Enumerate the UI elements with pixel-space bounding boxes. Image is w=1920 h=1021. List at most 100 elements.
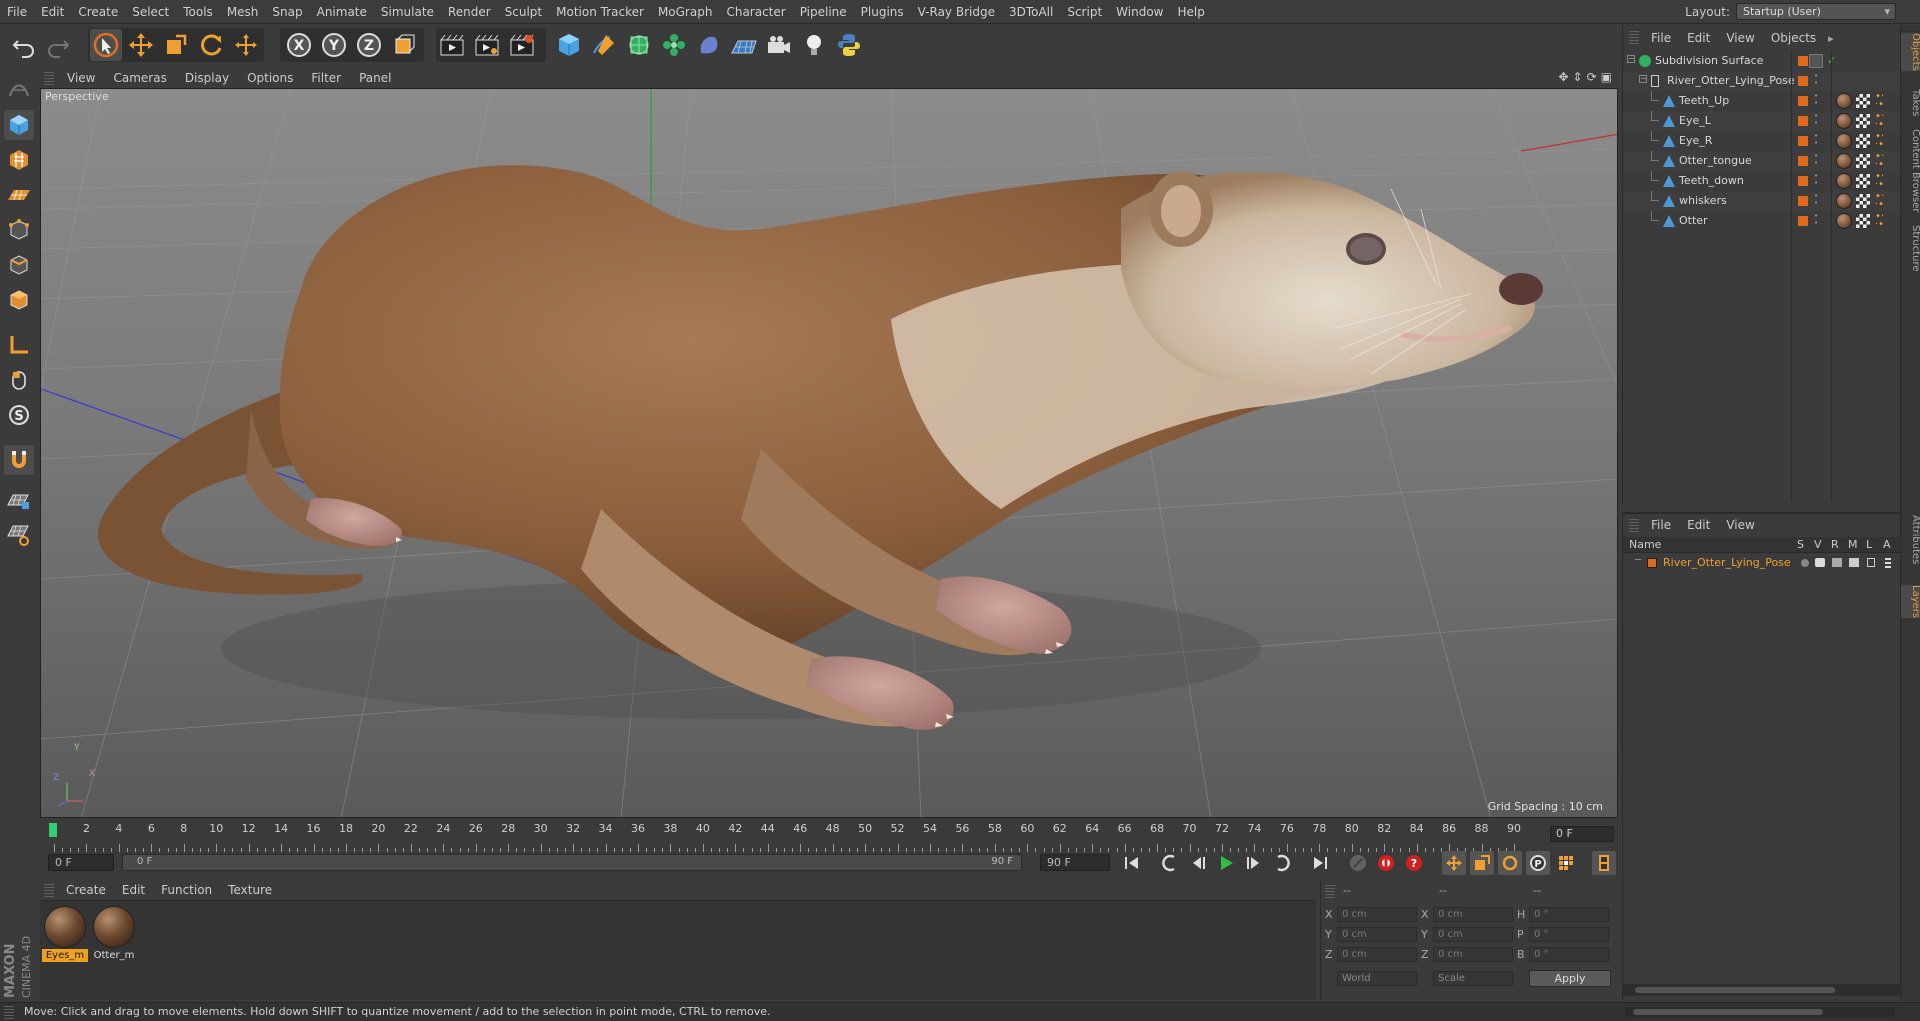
texture-tag-icon[interactable] <box>1856 174 1870 188</box>
snapping-magnet-icon[interactable] <box>4 445 34 475</box>
object-layer-swatch[interactable] <box>1798 176 1808 186</box>
phong-tag-icon[interactable]: •· ·• <box>1875 112 1884 130</box>
prev-key-icon[interactable] <box>1158 851 1182 875</box>
playhead-marker[interactable] <box>49 823 57 837</box>
record-path-icon[interactable] <box>1346 851 1370 875</box>
position-x-field[interactable]: 0 cm <box>1337 907 1417 922</box>
visibility-toggle-icon[interactable]: • • <box>1814 113 1818 127</box>
viewport-menu-cameras[interactable]: Cameras <box>104 71 175 85</box>
mograph-cloner-icon[interactable] <box>658 29 690 61</box>
layer-col-locked[interactable]: L <box>1866 538 1872 551</box>
deformer-icon[interactable] <box>693 29 725 61</box>
coordinate-space-dropdown[interactable]: World <box>1337 971 1417 986</box>
camera-object-icon[interactable] <box>763 29 795 61</box>
menu-pipeline[interactable]: Pipeline <box>793 0 854 24</box>
edges-mode-icon[interactable] <box>4 250 34 280</box>
menu-mesh[interactable]: Mesh <box>220 0 266 24</box>
polygons-mode-icon[interactable] <box>4 285 34 315</box>
layer-render-icon[interactable] <box>1832 558 1842 567</box>
autokey-icon[interactable]: ? <box>1402 851 1426 875</box>
subdivision-surface-icon[interactable] <box>623 29 655 61</box>
object-layer-swatch[interactable] <box>1798 136 1808 146</box>
timeline-layout-icon[interactable] <box>1592 851 1616 875</box>
render-view-icon[interactable] <box>436 29 468 61</box>
points-mode-icon[interactable] <box>4 215 34 245</box>
key-position-icon[interactable] <box>1442 851 1466 875</box>
3d-viewport[interactable]: Perspective Y X Z Grid Spacing : 10 cm <box>40 88 1618 818</box>
phong-tag-icon[interactable]: •· ·• <box>1875 172 1884 190</box>
light-object-icon[interactable] <box>798 29 830 61</box>
scale-tool-icon[interactable] <box>160 29 192 61</box>
tab-layers[interactable]: Layers <box>1901 585 1920 619</box>
undo-icon[interactable] <box>8 29 40 61</box>
om-menu-file[interactable]: File <box>1643 31 1679 45</box>
object-row[interactable]: Otter • • •· ·• <box>1623 211 1901 231</box>
object-name[interactable]: River_Otter_Lying_Pose <box>1667 71 1795 91</box>
z-axis-lock-icon[interactable]: Z <box>353 29 385 61</box>
material-menu-edit[interactable]: Edit <box>114 883 153 897</box>
visibility-toggle-icon[interactable]: • • <box>1814 173 1818 187</box>
workplane-mode-icon[interactable] <box>4 180 34 210</box>
material-tag-icon[interactable] <box>1836 133 1852 149</box>
layer-col-view[interactable]: V <box>1814 538 1822 551</box>
position-y-field[interactable]: 0 cm <box>1337 927 1417 942</box>
menu-vray-bridge[interactable]: V-Ray Bridge <box>911 0 1002 24</box>
layer-scrollbar[interactable] <box>1623 984 1901 996</box>
layer-lock-icon[interactable] <box>1867 558 1875 567</box>
material-tag-icon[interactable] <box>1836 173 1852 189</box>
lm-menu-view[interactable]: View <box>1718 516 1762 534</box>
layer-animation-icon[interactable] <box>1885 557 1891 568</box>
lm-menu-file[interactable]: File <box>1643 516 1679 534</box>
layer-col-solo[interactable]: S <box>1797 538 1804 551</box>
workplane-lock-icon[interactable] <box>4 485 34 515</box>
menu-character[interactable]: Character <box>719 0 792 24</box>
menu-tools[interactable]: Tools <box>176 0 220 24</box>
size-x-field[interactable]: 0 cm <box>1433 907 1513 922</box>
workplane-align-icon[interactable] <box>4 520 34 550</box>
floor-object-icon[interactable] <box>728 29 760 61</box>
material-menu-create[interactable]: Create <box>58 883 114 897</box>
status-scrollbar[interactable] <box>1625 1007 1895 1017</box>
object-layer-swatch[interactable] <box>1798 56 1808 66</box>
next-frame-icon[interactable] <box>1242 851 1266 875</box>
viewport-menu-display[interactable]: Display <box>176 71 238 85</box>
menu-render[interactable]: Render <box>441 0 498 24</box>
prev-frame-icon[interactable] <box>1186 851 1210 875</box>
material-eyes[interactable]: Eyes_m <box>42 905 88 963</box>
om-more-menu-icon[interactable]: ▸ <box>1828 32 1834 45</box>
layer-name[interactable]: River_Otter_Lying_Pose <box>1663 556 1791 569</box>
solo-mode-icon[interactable]: S <box>4 400 34 430</box>
transform-tool-icon[interactable] <box>230 29 262 61</box>
coordinate-system-icon[interactable] <box>388 29 420 61</box>
next-key-icon[interactable] <box>1270 851 1294 875</box>
viewport-menu-panel[interactable]: Panel <box>350 71 400 85</box>
rotation-b-field[interactable]: 0 ° <box>1529 947 1609 962</box>
x-axis-lock-icon[interactable]: X <box>283 29 315 61</box>
layer-col-animation[interactable]: A <box>1883 538 1891 551</box>
start-frame-field[interactable]: 0 F <box>48 854 114 871</box>
model-mode-icon[interactable] <box>4 110 34 140</box>
phong-tag-icon[interactable]: •· ·• <box>1875 92 1884 110</box>
object-row[interactable]: Teeth_down • • •· ·• <box>1623 171 1901 191</box>
material-tag-icon[interactable] <box>1836 153 1852 169</box>
tree-expand-icon[interactable]: − <box>1627 55 1635 63</box>
end-frame-field[interactable]: 90 F <box>1040 854 1110 871</box>
viewport-menu-filter[interactable]: Filter <box>302 71 350 85</box>
texture-tag-icon[interactable] <box>1856 114 1870 128</box>
lm-menu-edit[interactable]: Edit <box>1679 516 1718 534</box>
viewport-menu-view[interactable]: View <box>58 71 104 85</box>
viewport-menu-options[interactable]: Options <box>238 71 302 85</box>
phong-tag-icon[interactable]: •· ·• <box>1875 132 1884 150</box>
layout-dropdown[interactable]: Startup (User) <box>1736 3 1896 20</box>
tab-attributes[interactable]: Attributes <box>1901 515 1920 564</box>
material-menu-texture[interactable]: Texture <box>220 883 280 897</box>
menu-mograph[interactable]: MoGraph <box>651 0 720 24</box>
visibility-toggle-icon[interactable]: • • <box>1814 73 1818 87</box>
menu-motion-tracker[interactable]: Motion Tracker <box>549 0 651 24</box>
object-row[interactable]: Eye_R • • •· ·• <box>1623 131 1901 151</box>
current-frame-field[interactable]: 0 F <box>1550 826 1614 842</box>
menu-select[interactable]: Select <box>125 0 176 24</box>
tab-content-browser[interactable]: Content Browser <box>1901 129 1920 212</box>
object-row[interactable]: Otter_tongue • • •· ·• <box>1623 151 1901 171</box>
object-layer-swatch[interactable] <box>1798 76 1808 86</box>
